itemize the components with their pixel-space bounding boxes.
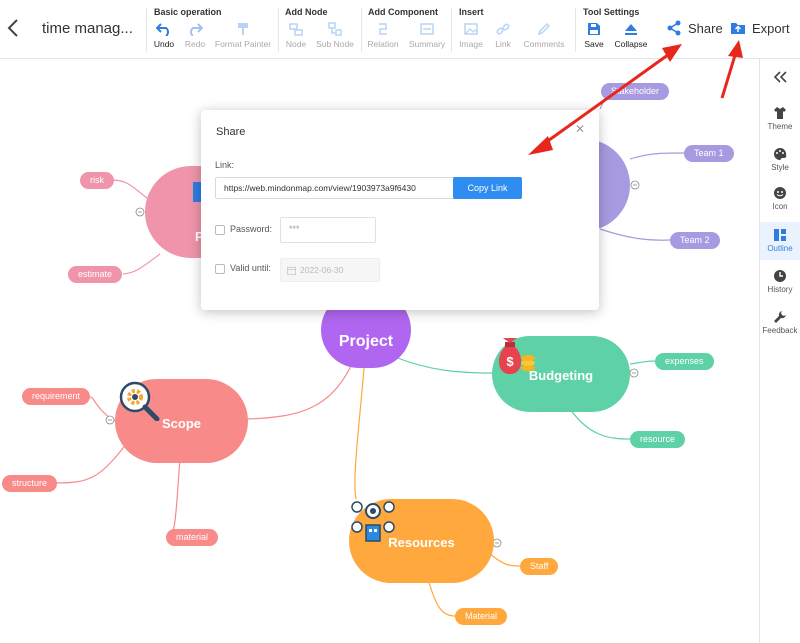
calendar-icon <box>287 266 296 275</box>
add-node-button[interactable]: Node <box>284 22 308 49</box>
wrench-icon <box>774 311 786 323</box>
export-button[interactable]: Export <box>730 20 790 36</box>
toolbar: time manag... Basic operation Undo Redo … <box>0 0 800 59</box>
share-dialog: Share ✕ Link: https://web.mindonmap.com/… <box>201 110 599 310</box>
link-label: Link: <box>215 160 235 170</box>
insert-image-button[interactable]: Image <box>457 22 485 49</box>
close-icon[interactable]: ✕ <box>575 122 585 136</box>
save-button[interactable]: Save <box>582 22 606 49</box>
svg-text:$: $ <box>506 354 514 369</box>
undo-icon <box>156 23 169 36</box>
document-title[interactable]: time manag... <box>42 20 133 37</box>
summary-icon <box>420 23 434 35</box>
leaf-requirement[interactable]: requirement <box>22 388 91 405</box>
save-icon <box>588 23 600 35</box>
clock-icon <box>774 270 786 282</box>
sidebar-item-style[interactable]: Style <box>760 147 800 172</box>
password-checkbox[interactable] <box>215 225 225 235</box>
image-icon <box>464 23 478 35</box>
collapse-sidebar-icon[interactable] <box>772 70 788 89</box>
undo-button[interactable]: Undo <box>152 22 176 49</box>
sidebar-item-outline[interactable]: Outline <box>760 222 800 260</box>
redo-icon <box>190 23 203 36</box>
leaf-material-resources[interactable]: Material <box>455 608 508 625</box>
group-title-basic: Basic operation <box>154 7 222 17</box>
palette-icon <box>774 147 787 160</box>
magnifier-gear-icon <box>119 381 160 421</box>
sub-node-icon <box>328 22 342 36</box>
money-bag-icon: $ <box>498 338 535 374</box>
right-sidebar: Theme Style Icon Outline History Feedbac… <box>759 58 800 643</box>
password-field[interactable]: *** <box>280 217 376 243</box>
divider <box>451 8 452 52</box>
node-scope[interactable]: Scope <box>115 379 248 463</box>
leaf-staff[interactable]: Staff <box>520 558 559 575</box>
leaf-stakeholder[interactable]: Stakeholder <box>601 83 670 100</box>
eject-icon <box>625 24 637 35</box>
sidebar-item-icon[interactable]: Icon <box>760 186 800 211</box>
share-icon <box>667 20 681 36</box>
valid-until-label: Valid until: <box>230 263 271 273</box>
divider <box>575 8 576 52</box>
insert-comments-button[interactable]: Comments <box>522 22 566 49</box>
export-icon <box>731 23 745 34</box>
group-title-add-node: Add Node <box>285 7 328 17</box>
node-budgeting[interactable]: $ Budgeting <box>492 336 630 412</box>
collapse-button[interactable]: Collapse <box>612 22 650 49</box>
leaf-estimate[interactable]: estimate <box>68 266 123 283</box>
divider <box>146 8 147 52</box>
dialog-title: Share <box>216 126 246 138</box>
format-painter-button[interactable]: Format Painter <box>214 22 272 49</box>
leaf-team-2[interactable]: Team 2 <box>670 232 720 249</box>
insert-link-button[interactable]: Link <box>491 22 515 49</box>
node-icon <box>289 23 303 36</box>
group-title-insert: Insert <box>459 7 484 17</box>
divider <box>361 8 362 52</box>
add-sub-node-button[interactable]: Sub Node <box>314 22 356 49</box>
relation-icon <box>379 23 387 35</box>
valid-until-checkbox[interactable] <box>215 264 225 274</box>
pen-icon <box>537 22 551 36</box>
node-resources[interactable]: Resources <box>349 499 494 583</box>
smiley-icon <box>774 187 786 199</box>
leaf-material-scope[interactable]: material <box>166 529 219 546</box>
copy-link-button[interactable]: Copy Link <box>453 177 522 199</box>
shirt-icon <box>774 107 786 119</box>
outline-icon <box>774 229 786 241</box>
resources-icon <box>351 501 395 542</box>
sidebar-item-theme[interactable]: Theme <box>760 106 800 131</box>
share-button[interactable]: Share <box>666 20 723 36</box>
password-label: Password: <box>230 224 273 234</box>
sidebar-item-feedback[interactable]: Feedback <box>760 310 800 335</box>
sidebar-item-history[interactable]: History <box>760 269 800 294</box>
back-icon[interactable] <box>6 18 26 42</box>
group-title-tool-settings: Tool Settings <box>583 7 640 17</box>
summary-button[interactable]: Summary <box>407 22 447 49</box>
share-link-field[interactable]: https://web.mindonmap.com/view/1903973a9… <box>215 177 459 199</box>
leaf-team-1[interactable]: Team 1 <box>684 145 734 162</box>
relation-button[interactable]: Relation <box>366 22 400 49</box>
group-title-add-component: Add Component <box>368 7 438 17</box>
link-icon <box>496 23 510 35</box>
leaf-expenses[interactable]: expenses <box>655 353 714 370</box>
redo-button[interactable]: Redo <box>183 22 207 49</box>
divider <box>278 8 279 52</box>
valid-until-date-field[interactable]: 2022-06-30 <box>280 258 380 282</box>
paint-brush-icon <box>238 23 248 35</box>
leaf-structure[interactable]: structure <box>2 475 58 492</box>
leaf-resource[interactable]: resource <box>630 431 686 448</box>
leaf-risk[interactable]: risk <box>80 172 114 189</box>
